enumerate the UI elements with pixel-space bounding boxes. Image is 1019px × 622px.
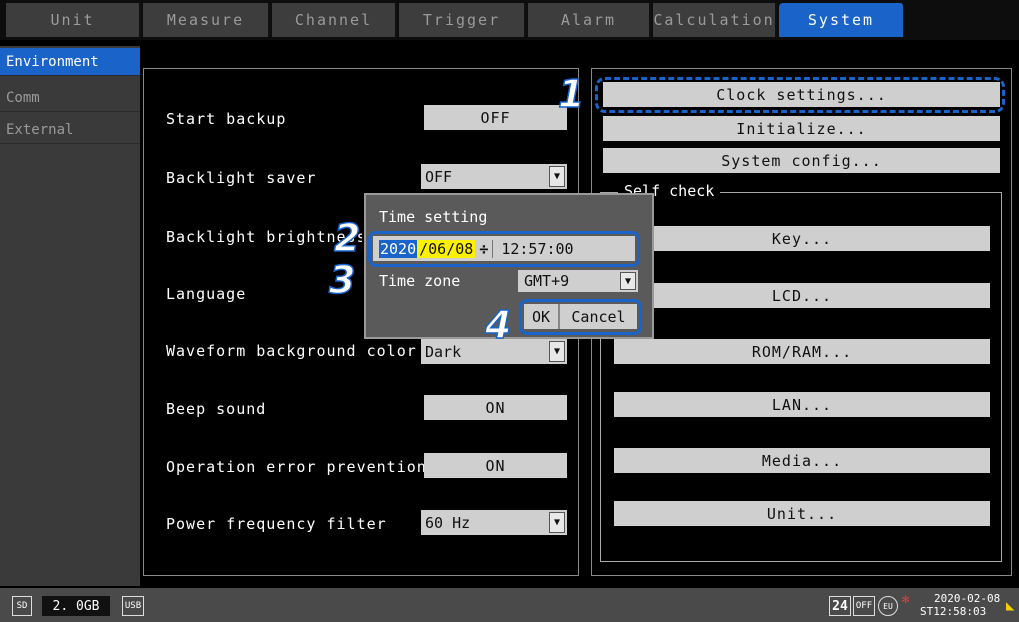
waveform-bg-value: Dark	[425, 342, 462, 361]
time-zone-label: Time zone	[379, 272, 461, 290]
time-zone-value: GMT+9	[524, 272, 570, 290]
system-config-button[interactable]: System config...	[603, 148, 1000, 173]
self-check-lcd-button[interactable]: LCD...	[614, 283, 990, 308]
usb-icon: USB	[122, 596, 144, 616]
sidebar-item-environment[interactable]: Environment	[0, 48, 140, 76]
time-zone-select[interactable]: GMT+9 ▼	[518, 270, 638, 292]
self-check-romram-button[interactable]: ROM/RAM...	[614, 339, 990, 364]
backlight-saver-label: Backlight saver	[166, 169, 317, 187]
self-check-unit-button[interactable]: Unit...	[614, 501, 990, 526]
self-check-key-button[interactable]: Key...	[614, 226, 990, 251]
callout-number-3: 3	[328, 257, 356, 303]
sd-card-icon: SD	[12, 596, 32, 616]
time-setting-title: Time setting	[379, 208, 488, 226]
beep-toggle[interactable]: ON	[424, 395, 567, 420]
tab-calculation[interactable]: Calculation	[653, 3, 777, 37]
tab-trigger[interactable]: Trigger	[399, 3, 526, 37]
sidebar-item-external[interactable]: External	[0, 116, 140, 144]
chevron-down-icon: ▼	[549, 512, 565, 533]
callout-number-4: 4	[484, 302, 512, 348]
callout-number-1: 1	[557, 71, 585, 117]
callout-number-2: 2	[333, 215, 361, 261]
tab-system[interactable]: System	[779, 3, 905, 37]
power-filter-value: 60 Hz	[425, 513, 471, 532]
chevron-down-icon: ▼	[549, 341, 565, 362]
badge-off: OFF	[853, 596, 875, 616]
language-label: Language	[166, 285, 247, 303]
backlight-saver-select[interactable]: OFF ▼	[421, 164, 567, 189]
op-error-toggle[interactable]: ON	[424, 453, 567, 478]
tab-channel[interactable]: Channel	[272, 3, 397, 37]
start-backup-label: Start backup	[166, 110, 287, 128]
op-error-label: Operation error prevention	[166, 458, 427, 476]
memory-readout: 2. 0GB	[42, 596, 110, 616]
top-tab-bar: Unit Measure Channel Trigger Alarm Calcu…	[0, 0, 1019, 40]
initialize-button[interactable]: Initialize...	[603, 116, 1000, 141]
backlight-saver-value: OFF	[425, 167, 453, 186]
chevron-down-icon: ▼	[549, 166, 565, 187]
tab-measure[interactable]: Measure	[143, 3, 270, 37]
backlight-brightness-label: Backlight brightness	[166, 228, 362, 246]
callout-ring-ok-cancel	[519, 299, 642, 335]
sidebar-item-comm[interactable]: Comm	[0, 84, 140, 112]
eu-icon: EU	[878, 596, 898, 616]
power-filter-label: Power frequency filter	[166, 515, 387, 533]
tab-unit[interactable]: Unit	[6, 3, 141, 37]
tab-alarm[interactable]: Alarm	[528, 3, 651, 37]
beep-label: Beep sound	[166, 400, 267, 418]
callout-ring-clock	[595, 77, 1005, 113]
self-check-lan-button[interactable]: LAN...	[614, 392, 990, 417]
key-icon: ◣	[1006, 598, 1015, 614]
self-check-media-button[interactable]: Media...	[614, 448, 990, 473]
callout-ring-datetime	[368, 231, 640, 267]
status-date: 2020-02-08	[934, 592, 1001, 605]
waveform-bg-label: Waveform background color	[166, 342, 417, 360]
badge-24: 24	[829, 596, 851, 616]
power-filter-select[interactable]: 60 Hz ▼	[421, 510, 567, 535]
chevron-down-icon: ▼	[620, 272, 636, 290]
start-backup-toggle[interactable]: OFF	[424, 105, 567, 130]
alarm-icon: ✻	[902, 592, 910, 606]
status-time: ST12:58:03	[920, 605, 987, 618]
